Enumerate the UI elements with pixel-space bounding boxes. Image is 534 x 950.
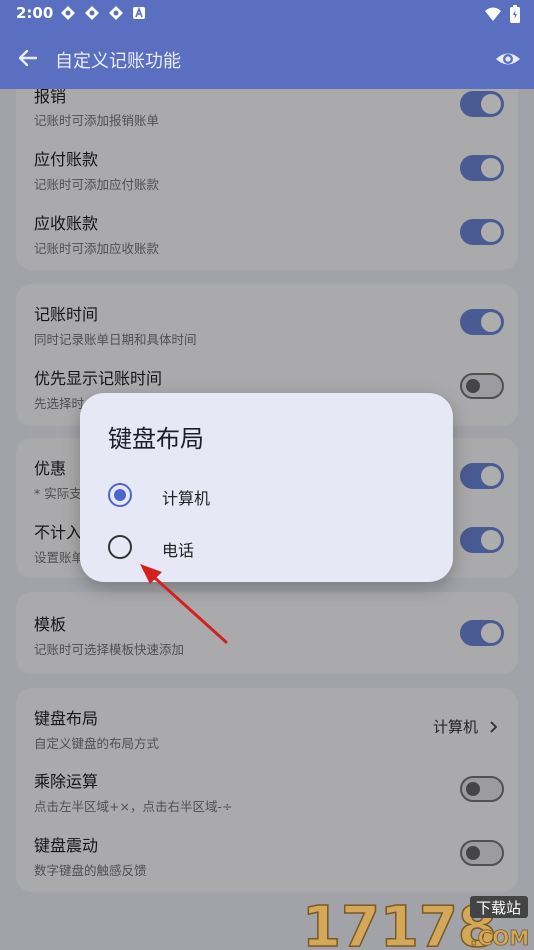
radio-label: 电话 <box>162 541 195 560</box>
header-no-scrim <box>0 0 534 89</box>
watermark-tag: 下载站 <box>476 899 521 917</box>
keyboard-layout-dialog: 键盘布局 计算机 电话 <box>80 393 453 582</box>
radio-label: 计算机 <box>162 489 211 508</box>
dialog-title: 键盘布局 <box>108 425 204 453</box>
radio-button-unchecked[interactable] <box>108 535 132 559</box>
watermark-logo: 17178 .COM 下载站 <box>300 890 530 950</box>
watermark-number: 17178 <box>302 895 497 950</box>
radio-dot <box>114 489 126 501</box>
annotation-arrow-icon <box>140 564 228 644</box>
radio-option-calculator[interactable]: 计算机 <box>80 479 453 521</box>
watermark-domain: .COM <box>470 926 529 950</box>
radio-button-checked[interactable] <box>108 483 132 507</box>
